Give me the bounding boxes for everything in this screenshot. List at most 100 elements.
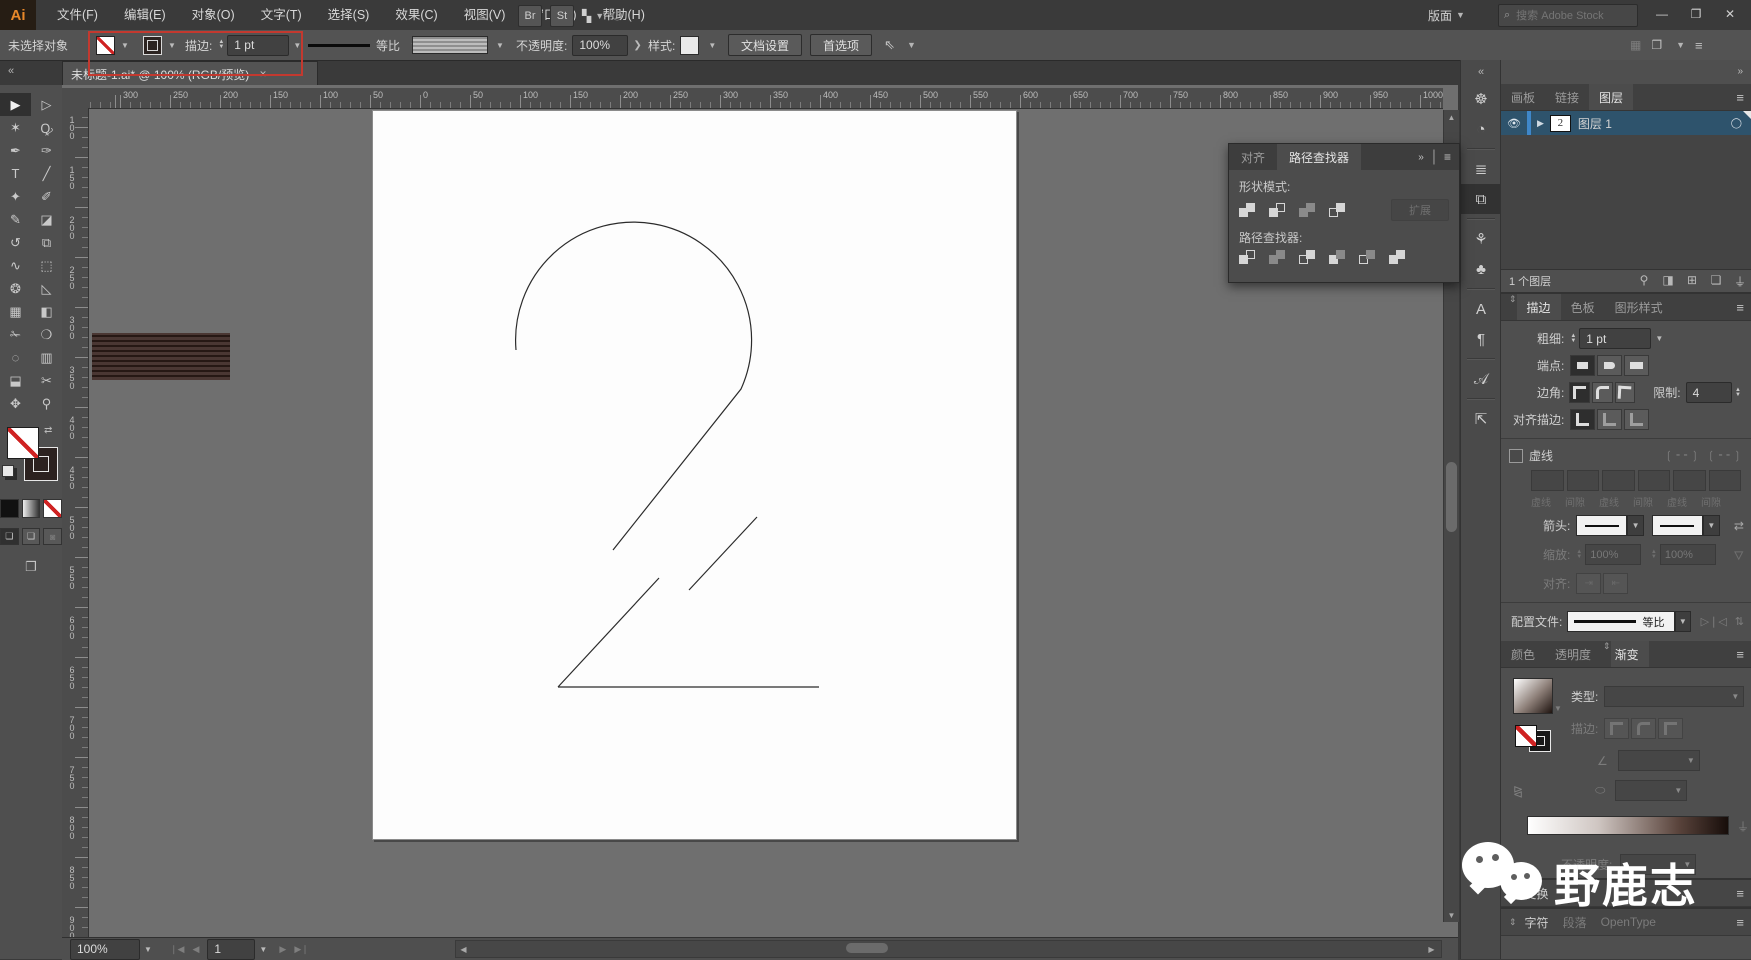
selection-tool[interactable]: ▶ [0,93,31,116]
tab-links[interactable]: 链接 [1545,84,1589,110]
expand-layer-icon[interactable]: ▶ [1537,118,1544,129]
round-join-button[interactable] [1591,382,1613,403]
brush-definition-preview[interactable] [412,36,488,54]
menu-icon[interactable]: ≡ [1695,38,1703,53]
draw-inside-mode-button[interactable]: ◙ [43,528,63,545]
style-swatch[interactable] [680,35,700,55]
tab-opentype[interactable]: OpenType [1601,915,1656,929]
gradient-tool[interactable]: ◧ [31,300,62,323]
curvature-tool[interactable]: ✑ [31,139,62,162]
zoom-level-field[interactable]: 100% [70,938,140,960]
last-artboard-icon[interactable]: ▶❘ [294,944,308,955]
round-cap-button[interactable] [1597,355,1623,376]
merge-icon[interactable] [1299,250,1317,265]
horizontal-scrollbar[interactable]: ◀ ▶ [455,940,1442,958]
swap-arrowheads-icon[interactable]: ⇄ [1734,519,1744,533]
gradient-fill-none-swatch[interactable] [1515,725,1537,747]
minus-front-icon[interactable] [1269,202,1287,218]
menu-item-2[interactable]: 对象(O) [179,0,248,30]
chevron-down-icon[interactable]: ▼ [492,36,508,55]
free-transform-tool[interactable]: ⬚ [31,254,62,277]
align-outside-button[interactable] [1624,409,1650,430]
preferences-button[interactable]: 首选项 [810,34,873,56]
projecting-cap-button[interactable] [1624,355,1650,376]
numeral-2-lower-diagonal[interactable] [557,577,660,688]
lasso-tool[interactable]: Ꝙ [31,116,62,139]
scroll-right-icon[interactable]: ▶ [1424,942,1439,956]
tab-pathfinder[interactable]: 路径查找器 [1277,144,1362,170]
layer-target-icon[interactable]: ◯ [1731,118,1742,129]
panel-menu-icon[interactable]: ≡ [1736,300,1744,315]
stock-search[interactable]: ⌕ [1498,4,1638,27]
menu-item-0[interactable]: 文件(F) [44,0,111,30]
outline-icon[interactable] [1359,250,1377,265]
collapse-dock-icon[interactable]: » [1737,66,1742,77]
search-input[interactable] [1514,8,1619,23]
chevron-down-icon[interactable]: ▼ [117,36,133,55]
zoom-tool[interactable]: ⚲ [31,392,62,415]
miter-join-button[interactable] [1569,382,1590,403]
tab-swatches[interactable]: 色板 [1561,294,1605,320]
chevron-down-icon[interactable]: ▼ [907,40,916,50]
panel-menu-icon[interactable]: ≡ [1444,150,1451,164]
character-styles-panel-icon[interactable]: A [1461,294,1501,324]
artboard-canvas[interactable] [372,110,1017,840]
collapse-section-icon[interactable]: ⇕ [1603,641,1611,667]
intersect-icon[interactable] [1299,202,1317,218]
pen-tool[interactable]: ✒ [0,139,31,162]
chevron-down-icon[interactable]: ▼ [140,940,156,959]
layer-row[interactable]: 👁 ▶ 2 图层 1 ◯ [1501,111,1751,135]
stepper-icon[interactable]: ▲ ▼ [1570,333,1576,344]
unite-icon[interactable] [1239,202,1257,218]
trim-icon[interactable] [1269,250,1287,265]
limit-field[interactable]: 4 [1685,382,1733,403]
pathfinder-panel-icon[interactable]: ⧉ [1461,184,1501,214]
scale-tool[interactable]: ⧉ [31,231,62,254]
next-artboard-icon[interactable]: ▶ [279,944,286,955]
arrange-icon[interactable]: ❐ [1651,38,1662,52]
artboard-number-field[interactable]: 1 [207,938,256,960]
window-close-button[interactable]: ✕ [1713,3,1747,25]
dashed-line-checkbox[interactable] [1509,448,1523,463]
make-clipping-mask-icon[interactable]: ◨ [1656,273,1680,290]
align-center-button[interactable] [1570,409,1596,430]
menu-item-5[interactable]: 效果(C) [382,0,450,30]
collapse-panel-icon[interactable]: » [1418,152,1424,163]
perspective-grid-tool[interactable]: ◺ [31,277,62,300]
eraser-tool[interactable]: ◪ [31,208,62,231]
screen-mode-icon[interactable]: ❐ [25,559,37,575]
draw-normal-mode-button[interactable]: ❏ [0,528,19,545]
visibility-eye-icon[interactable]: 👁 [1501,117,1527,130]
numeral-2-cut-segment[interactable] [688,516,758,591]
crop-icon[interactable] [1329,250,1347,265]
weight-field[interactable]: 1 pt [1579,328,1652,349]
minus-back-icon[interactable] [1389,250,1407,265]
fill-color-swatch[interactable] [96,35,115,55]
brushes-panel-icon[interactable]: ⚘ [1461,224,1501,254]
tab-align[interactable]: 对齐 [1229,144,1277,170]
layer-thumbnail[interactable]: 2 [1549,114,1571,132]
vertical-ruler[interactable]: 100 150 200 250 300 350 400 450 500 550 600 650 700 7… [62,108,89,941]
arrowhead-start-dropdown[interactable] [1576,515,1628,536]
direct-selection-tool[interactable]: ▷ [31,93,62,116]
gradient-fill-thumbnail[interactable] [1513,678,1553,714]
menu-item-4[interactable]: 选择(S) [315,0,383,30]
tab-character[interactable]: 字符 [1525,914,1549,931]
export-panel-icon[interactable]: ⇱ [1461,404,1501,434]
horizontal-ruler[interactable]: 300 250 200 150 100 50 0 50 100 150 200 250 300 350 40… [88,88,1443,109]
collapse-section-icon[interactable]: ⇕ [1509,294,1517,320]
type-tool[interactable]: T [0,162,31,185]
column-graph-tool[interactable]: ▥ [31,346,62,369]
none-button[interactable] [43,499,63,518]
tab-gradient[interactable]: 渐变 [1610,641,1649,667]
close-tab-icon[interactable]: ✕ [259,69,267,80]
slice-tool[interactable]: ✂ [31,369,62,392]
arrange-documents-button[interactable]: ▚ ▼ [582,9,604,23]
chevron-right-icon[interactable]: ❯ [633,40,641,51]
workspace-switcher[interactable]: 版面 ▼ [1428,5,1465,25]
mesh-tool[interactable]: ▦ [0,300,31,323]
chevron-down-icon[interactable]: ▼ [1627,515,1645,536]
rotate-tool[interactable]: ↺ [0,231,31,254]
vertical-scrollbar-thumb[interactable] [1446,462,1457,532]
bridge-button[interactable]: Br [518,5,542,27]
